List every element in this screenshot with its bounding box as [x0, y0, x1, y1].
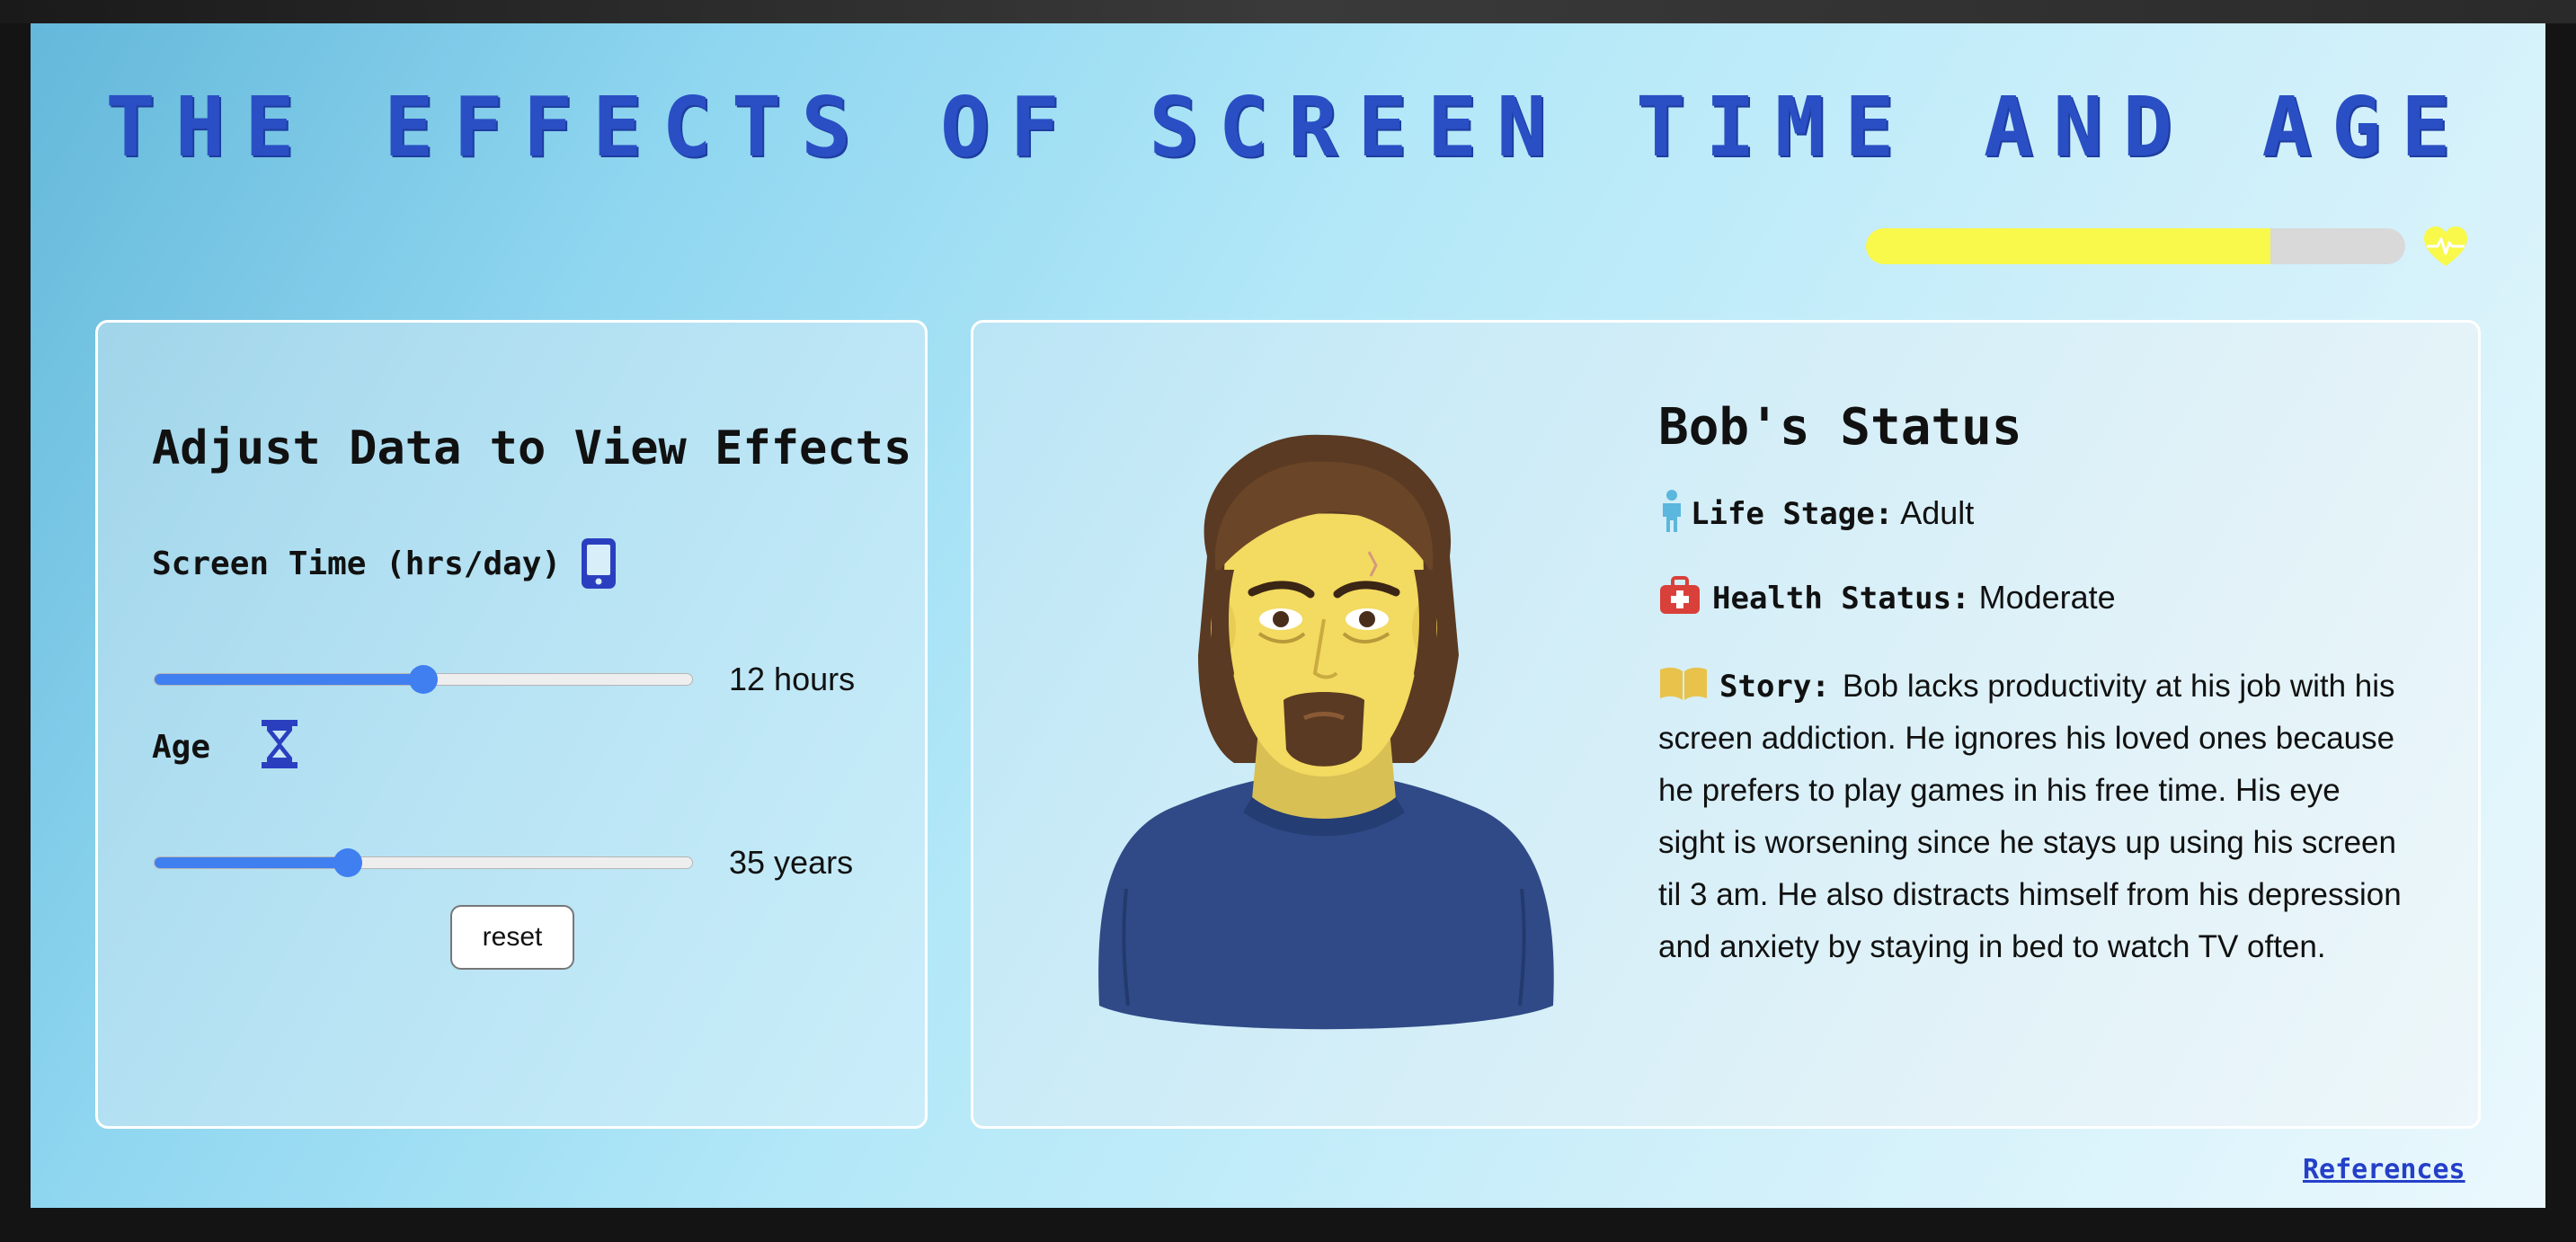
screen-time-label: Screen Time (hrs/day) — [152, 546, 562, 582]
screen-time-slider-fill — [155, 674, 423, 685]
health-status-row: Health Status: Moderate — [1658, 576, 2116, 617]
age-slider[interactable] — [154, 848, 693, 877]
app-screen: THE EFFECTS OF SCREEN TIME AND AGE Adjus… — [31, 23, 2545, 1208]
smartphone-icon — [582, 538, 616, 589]
open-book-icon — [1660, 667, 1707, 700]
hourglass-icon — [262, 720, 298, 768]
status-heading: Bob's Status — [1658, 398, 2022, 457]
character-avatar — [1098, 434, 1554, 1030]
story-key: Story: — [1719, 669, 1830, 705]
life-stage-row: Life Stage: Adult — [1658, 490, 1974, 533]
references-link[interactable]: References — [2303, 1154, 2465, 1185]
page-title: THE EFFECTS OF SCREEN TIME AND AGE — [105, 79, 2471, 175]
screen-time-value: 12 hours — [729, 661, 856, 697]
health-bar-fill — [1866, 228, 2270, 264]
age-slider-fill — [155, 857, 349, 868]
person-icon — [1663, 490, 1681, 532]
monitor-bezel — [0, 0, 2576, 23]
story-paragraph: Story: Bob lacks productivity at his job … — [1658, 661, 2404, 973]
health-bar — [1866, 228, 2405, 264]
screen-time-slider[interactable] — [154, 665, 693, 694]
controls-panel: Adjust Data to View Effects Screen Time … — [95, 320, 928, 1129]
health-status-value: Moderate — [1978, 579, 2116, 616]
story-text: Bob lacks productivity at his job with h… — [1658, 669, 2402, 964]
life-stage-key: Life Stage: — [1691, 496, 1894, 532]
heart-pulse-icon — [2424, 226, 2467, 266]
age-value: 35 years — [729, 844, 854, 881]
health-status-key: Health Status: — [1712, 581, 1970, 617]
status-panel: Bob's Status Life Stage: Adult Health St… — [971, 320, 2481, 1129]
controls-heading: Adjust Data to View Effects — [152, 421, 912, 475]
age-slider-thumb[interactable] — [333, 848, 363, 877]
reset-button[interactable]: reset — [450, 905, 574, 970]
screen-time-slider-thumb[interactable] — [409, 665, 438, 694]
medical-kit-icon — [1660, 576, 1700, 614]
life-stage-value: Adult — [1900, 494, 1975, 531]
age-label: Age — [152, 729, 211, 766]
